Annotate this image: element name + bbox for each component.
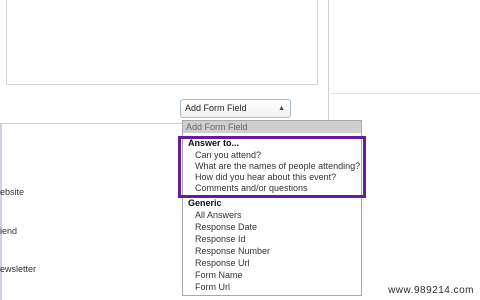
dropdown-option[interactable]: Response Url bbox=[195, 258, 250, 268]
dropdown-option[interactable]: Response Id bbox=[195, 234, 246, 244]
page: Add Form Field ▲▼ Add Form Field Answer … bbox=[0, 0, 480, 300]
divider-line bbox=[330, 93, 480, 94]
select-value: Add Form Field bbox=[185, 103, 247, 113]
text-area[interactable] bbox=[6, 0, 318, 85]
left-label-website: ebsite bbox=[0, 187, 25, 197]
dropdown-option-selected[interactable]: Add Form Field bbox=[183, 121, 361, 133]
dropdown-option[interactable]: Response Number bbox=[195, 246, 270, 256]
dropdown-option[interactable]: Form Url bbox=[195, 282, 230, 292]
watermark: www.989214.com bbox=[388, 285, 474, 296]
optgroup-generic: Generic bbox=[188, 198, 222, 208]
dropdown-option[interactable]: All Answers bbox=[195, 210, 242, 220]
left-label-newsletter: ewsletter bbox=[0, 264, 37, 274]
dropdown-option[interactable]: Form Name bbox=[195, 270, 243, 280]
highlight-annotation bbox=[178, 136, 366, 198]
dropdown-option[interactable]: Response Date bbox=[195, 222, 257, 232]
add-form-field-select[interactable]: Add Form Field ▲▼ bbox=[180, 99, 291, 129]
left-label-friend: iend bbox=[0, 226, 18, 236]
